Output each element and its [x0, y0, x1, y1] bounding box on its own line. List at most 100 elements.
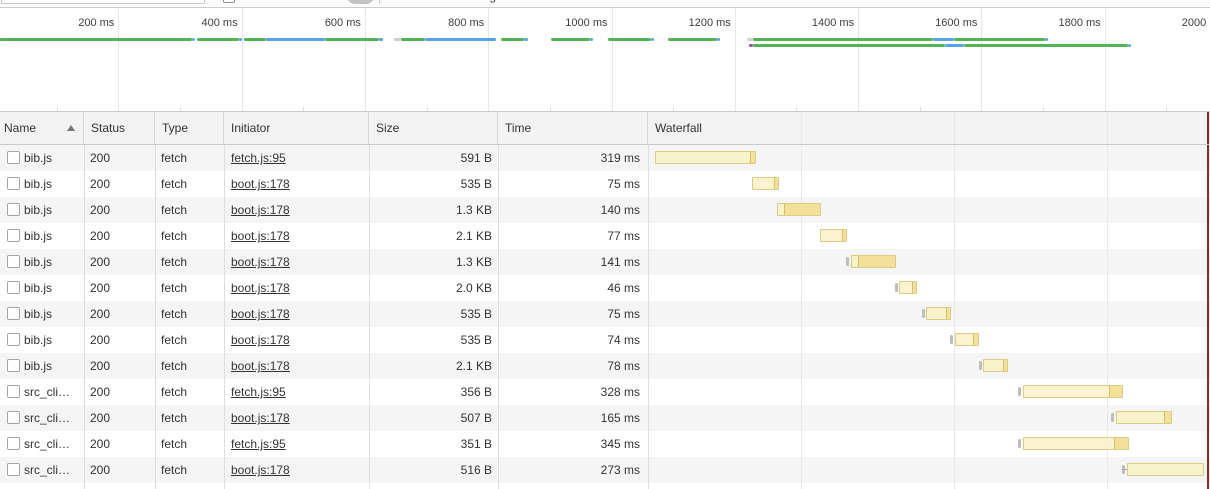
table-row[interactable]: bib.js200fetchboot.js:1781.3 KB140 ms [0, 197, 1210, 223]
initiator-link[interactable]: boot.js:178 [231, 177, 290, 191]
filter-divider [379, 0, 380, 4]
column-border [155, 145, 156, 489]
name-cell: src_cli… [24, 379, 82, 405]
waterfall-bar[interactable] [1023, 437, 1129, 450]
waterfall-bar[interactable] [655, 151, 756, 164]
type-filter-manifest[interactable]: Manifest [652, 0, 697, 5]
waterfall-bar[interactable] [899, 281, 917, 294]
row-checkbox[interactable] [7, 229, 20, 242]
table-row[interactable]: bib.js200fetchboot.js:1782.1 KB77 ms [0, 223, 1210, 249]
column-header-time[interactable]: Time [498, 112, 648, 144]
initiator-link[interactable]: boot.js:178 [231, 255, 290, 269]
table-row[interactable]: src_cli…200fetchboot.js:178516 B273 ms [0, 457, 1210, 483]
table-row[interactable]: bib.js200fetchboot.js:1782.0 KB46 ms [0, 275, 1210, 301]
waterfall-bar[interactable] [820, 229, 848, 242]
overview-activity-bar [608, 38, 651, 41]
initiator-link[interactable]: fetch.js:95 [231, 151, 286, 165]
row-checkbox[interactable] [7, 437, 20, 450]
waterfall-bar[interactable] [955, 333, 979, 346]
size-cell: 2.0 KB [370, 275, 492, 301]
waterfall-bar[interactable] [983, 359, 1008, 372]
overview-activity-bar [425, 38, 496, 41]
row-checkbox[interactable] [7, 177, 20, 190]
timeline-minor-tick [427, 107, 428, 111]
row-checkbox[interactable] [7, 333, 20, 346]
row-checkbox[interactable] [7, 307, 20, 320]
initiator-link[interactable]: boot.js:178 [231, 411, 290, 425]
filter-input[interactable]: Filter [1, 0, 205, 4]
name-cell: bib.js [24, 327, 82, 353]
row-checkbox[interactable] [7, 463, 20, 476]
row-checkbox[interactable] [7, 151, 20, 164]
waterfall-bar[interactable] [1116, 411, 1172, 424]
time-cell: 46 ms [498, 275, 640, 301]
initiator-link[interactable]: boot.js:178 [231, 281, 290, 295]
name-cell: bib.js [24, 275, 82, 301]
type-cell: fetch [161, 431, 219, 457]
row-checkbox[interactable] [7, 203, 20, 216]
timeline-minor-tick [1043, 107, 1044, 111]
type-filter-js[interactable]: JS [420, 0, 434, 5]
type-filter-img[interactable]: Img [476, 0, 496, 5]
name-cell: bib.js [24, 145, 82, 171]
column-header-initiator[interactable]: Initiator [224, 112, 369, 144]
column-header-type[interactable]: Type [155, 112, 224, 144]
name-cell: src_cli… [24, 457, 82, 483]
initiator-link[interactable]: boot.js:178 [231, 359, 290, 373]
waterfall-bar[interactable] [752, 177, 779, 190]
table-row[interactable]: src_cli…200fetchfetch.js:95356 B328 ms [0, 379, 1210, 405]
table-row[interactable]: bib.js200fetchboot.js:178535 B75 ms [0, 301, 1210, 327]
time-cell: 74 ms [498, 327, 640, 353]
table-row[interactable]: src_cli…200fetchfetch.js:95351 B345 ms [0, 431, 1210, 457]
row-checkbox[interactable] [7, 359, 20, 372]
initiator-link[interactable]: fetch.js:95 [231, 437, 286, 451]
type-filter-other[interactable]: Other [726, 0, 756, 5]
table-row[interactable]: src_cli…200fetchboot.js:178507 B165 ms [0, 405, 1210, 431]
type-filter-font[interactable]: Font [552, 0, 576, 5]
type-filter-ws[interactable]: WS [624, 0, 643, 5]
waterfall-bar[interactable] [777, 203, 822, 216]
initiator-cell: fetch.js:95 [231, 145, 365, 171]
timeline-overview[interactable]: 200 ms400 ms600 ms800 ms1000 ms1200 ms14… [0, 8, 1210, 112]
timeline-gridline [858, 8, 859, 111]
initiator-link[interactable]: boot.js:178 [231, 203, 290, 217]
initiator-link[interactable]: boot.js:178 [231, 307, 290, 321]
table-row[interactable]: bib.js200fetchboot.js:1782.1 KB78 ms [0, 353, 1210, 379]
row-checkbox[interactable] [7, 385, 20, 398]
row-checkbox[interactable] [7, 281, 20, 294]
overview-activity-bar [753, 38, 933, 41]
waterfall-bar[interactable] [1023, 385, 1124, 398]
hide-data-urls-checkbox[interactable] [223, 0, 235, 3]
row-checkbox[interactable] [7, 411, 20, 424]
type-filter-media[interactable]: Media [508, 0, 541, 5]
table-row[interactable]: bib.js200fetchboot.js:1781.3 KB141 ms [0, 249, 1210, 275]
initiator-link[interactable]: fetch.js:95 [231, 385, 286, 399]
initiator-link[interactable]: boot.js:178 [231, 333, 290, 347]
waterfall-bar[interactable] [926, 307, 951, 320]
waterfall-gridline [1107, 112, 1108, 144]
table-row[interactable]: bib.js200fetchboot.js:178535 B75 ms [0, 171, 1210, 197]
status-cell: 200 [90, 223, 150, 249]
table-row[interactable]: bib.js200fetchboot.js:178535 B74 ms [0, 327, 1210, 353]
table-row[interactable]: bib.js200fetchfetch.js:95591 B319 ms [0, 145, 1210, 171]
column-border [224, 145, 225, 489]
initiator-cell: boot.js:178 [231, 249, 365, 275]
waterfall-queue-tick [950, 335, 953, 344]
column-header-size[interactable]: Size [369, 112, 498, 144]
overview-activity-bar [379, 38, 383, 41]
timeline-tick-label: 2000 ms [1182, 17, 1210, 29]
initiator-link[interactable]: boot.js:178 [231, 463, 290, 477]
waterfall-bar[interactable] [851, 255, 896, 268]
type-filter-all[interactable]: All [347, 0, 374, 4]
column-header-status[interactable]: Status [84, 112, 155, 144]
type-filter-xhr[interactable]: XHR [386, 0, 411, 5]
type-filter-css[interactable]: CSS [444, 0, 469, 5]
type-cell: fetch [161, 379, 219, 405]
row-checkbox[interactable] [7, 255, 20, 268]
status-cell: 200 [90, 197, 150, 223]
column-header-name[interactable]: Name [0, 112, 84, 144]
column-header-waterfall[interactable]: Waterfall [648, 112, 1210, 144]
type-filter-doc[interactable]: Doc [590, 0, 611, 5]
initiator-link[interactable]: boot.js:178 [231, 229, 290, 243]
waterfall-bar[interactable] [1127, 463, 1205, 476]
